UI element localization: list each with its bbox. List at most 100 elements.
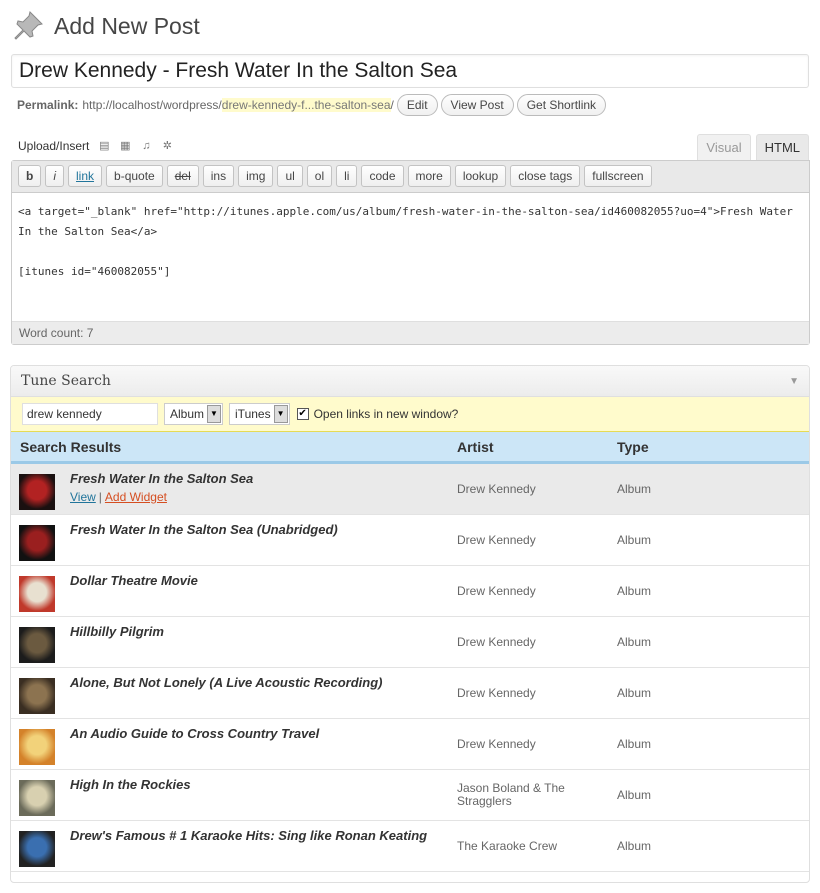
- media-type-select[interactable]: Album ▼: [164, 403, 224, 425]
- result-title: Drew's Famous # 1 Karaoke Hits: Sing lik…: [70, 828, 428, 843]
- post-title-input[interactable]: Drew Kennedy - Fresh Water In the Salton…: [11, 54, 809, 88]
- col-artist: Artist: [457, 438, 494, 455]
- link-button[interactable]: link: [68, 165, 103, 187]
- permalink-slug[interactable]: drew-kennedy-f...the-salton-sea: [221, 98, 391, 112]
- result-title: High In the Rockies: [70, 777, 191, 792]
- tab-html[interactable]: HTML: [755, 134, 809, 160]
- ol-button[interactable]: ol: [306, 165, 333, 187]
- result-artist: Drew Kennedy: [457, 736, 536, 751]
- edit-permalink-button[interactable]: Edit: [396, 94, 438, 116]
- upload-insert-label: Upload/Insert: [18, 139, 90, 153]
- html-editor: b i link b-quote del ins img ul ol li co…: [11, 160, 810, 345]
- permalink-suffix: /: [390, 98, 394, 112]
- italic-button[interactable]: i: [45, 165, 65, 187]
- img-button[interactable]: img: [238, 165, 274, 187]
- permalink-base: http://localhost/wordpress/: [82, 98, 222, 112]
- pushpin-icon: [14, 11, 43, 40]
- store-select[interactable]: iTunes ▼: [229, 403, 290, 425]
- table-row[interactable]: Drew's Famous # 1 Karaoke Hits: Sing lik…: [11, 821, 809, 872]
- result-artist: The Karaoke Crew: [457, 838, 558, 853]
- results-list: Fresh Water In the Salton Sea View | Add Wi…: [11, 464, 809, 872]
- tune-search-title: Tune Search: [21, 373, 111, 389]
- add-image-icon[interactable]: ▤: [98, 140, 110, 152]
- result-type: Album: [617, 482, 652, 496]
- del-button[interactable]: del: [166, 165, 199, 187]
- table-row[interactable]: Fresh Water In the Salton Sea (Unabridge…: [11, 515, 809, 566]
- close-tags-button[interactable]: close tags: [510, 165, 581, 187]
- album-art-thumbnail: [19, 627, 55, 663]
- result-type: Album: [617, 839, 652, 853]
- add-audio-icon[interactable]: ♫: [140, 140, 152, 152]
- dropdown-arrow-icon[interactable]: ▼: [273, 405, 288, 423]
- result-title: Alone, But Not Lonely (A Live Acoustic R…: [70, 675, 383, 690]
- result-type: Album: [617, 533, 652, 547]
- result-type: Album: [617, 635, 652, 649]
- add-video-icon[interactable]: ▦: [119, 140, 131, 152]
- code-button[interactable]: code: [361, 165, 404, 187]
- tune-search-controls: drew kennedy Album ▼ iTunes ▼ ✔ Open lin…: [11, 397, 809, 432]
- view-link[interactable]: View: [70, 490, 96, 504]
- permalink-label: Permalink:: [17, 98, 79, 112]
- page-header: Add New Post: [10, 8, 200, 44]
- result-type: Album: [617, 737, 652, 751]
- li-button[interactable]: li: [336, 165, 358, 187]
- permalink-row: Permalink: http://localhost/wordpress/dr…: [17, 94, 607, 116]
- tune-search-box: Tune Search ▼ drew kennedy Album ▼ iTune…: [10, 365, 810, 883]
- table-row[interactable]: High In the Rockies Jason Boland & The St…: [11, 770, 809, 821]
- result-type: Album: [617, 788, 652, 802]
- result-title: Dollar Theatre Movie: [70, 573, 198, 588]
- album-art-thumbnail: [19, 780, 55, 816]
- action-separator: |: [98, 490, 102, 504]
- result-artist: Drew Kennedy: [457, 685, 536, 700]
- result-artist: Drew Kennedy: [457, 634, 536, 649]
- col-type: Type: [617, 438, 649, 455]
- table-row[interactable]: Dollar Theatre Movie Drew Kennedy Album: [11, 566, 809, 617]
- media-type-value: Album: [170, 407, 205, 421]
- result-type: Album: [617, 584, 652, 598]
- result-title: Fresh Water In the Salton Sea: [70, 471, 254, 486]
- lookup-button[interactable]: lookup: [454, 165, 507, 187]
- upload-insert-row: Upload/Insert ▤ ▦ ♫ ✲: [18, 139, 173, 153]
- result-artist: Drew Kennedy: [457, 583, 536, 598]
- open-new-window-checkbox[interactable]: ✔: [296, 408, 309, 420]
- album-art-thumbnail: [19, 678, 55, 714]
- result-title: An Audio Guide to Cross Country Travel: [70, 726, 320, 741]
- result-artist: Drew Kennedy: [457, 532, 536, 547]
- col-search-results: Search Results: [20, 438, 122, 455]
- row-actions: View | Add Widget: [70, 490, 167, 504]
- get-shortlink-button[interactable]: Get Shortlink: [516, 94, 607, 116]
- tab-visual[interactable]: Visual: [697, 134, 751, 160]
- table-row[interactable]: Fresh Water In the Salton Sea View | Add Wi…: [11, 464, 809, 515]
- blockquote-button[interactable]: b-quote: [106, 165, 163, 187]
- post-content-textarea[interactable]: <a target="_blank" href="http://itunes.a…: [12, 193, 809, 321]
- collapse-arrow-icon[interactable]: ▼: [789, 376, 799, 387]
- tune-search-input[interactable]: drew kennedy: [22, 403, 158, 425]
- add-media-icon[interactable]: ✲: [161, 140, 173, 152]
- result-title: Hillbilly Pilgrim: [70, 624, 164, 639]
- album-art-thumbnail: [19, 576, 55, 612]
- add-widget-link[interactable]: Add Widget: [105, 490, 167, 504]
- result-artist: Drew Kennedy: [457, 481, 536, 496]
- ins-button[interactable]: ins: [202, 165, 235, 187]
- view-post-button[interactable]: View Post: [440, 94, 514, 116]
- more-button[interactable]: more: [407, 165, 451, 187]
- store-value: iTunes: [235, 407, 271, 421]
- editor-mode-tabs: Visual HTML: [692, 134, 809, 160]
- table-row[interactable]: Hillbilly Pilgrim Drew Kennedy Album: [11, 617, 809, 668]
- open-new-window-label: Open links in new window?: [313, 407, 459, 421]
- dropdown-arrow-icon[interactable]: ▼: [207, 405, 222, 423]
- table-row[interactable]: An Audio Guide to Cross Country Travel Dr…: [11, 719, 809, 770]
- album-art-thumbnail: [19, 525, 55, 561]
- tune-search-header[interactable]: Tune Search ▼: [11, 366, 809, 397]
- results-table-header: Search Results Artist Type: [11, 432, 809, 464]
- result-title: Fresh Water In the Salton Sea (Unabridge…: [70, 522, 338, 537]
- ul-button[interactable]: ul: [277, 165, 303, 187]
- album-art-thumbnail: [19, 831, 55, 867]
- album-art-thumbnail: [19, 474, 55, 510]
- bold-button[interactable]: b: [18, 165, 42, 187]
- result-type: Album: [617, 686, 652, 700]
- result-artist: Jason Boland & The Stragglers: [457, 781, 565, 808]
- page-title: Add New Post: [54, 12, 200, 39]
- fullscreen-button[interactable]: fullscreen: [584, 165, 652, 187]
- table-row[interactable]: Alone, But Not Lonely (A Live Acoustic R…: [11, 668, 809, 719]
